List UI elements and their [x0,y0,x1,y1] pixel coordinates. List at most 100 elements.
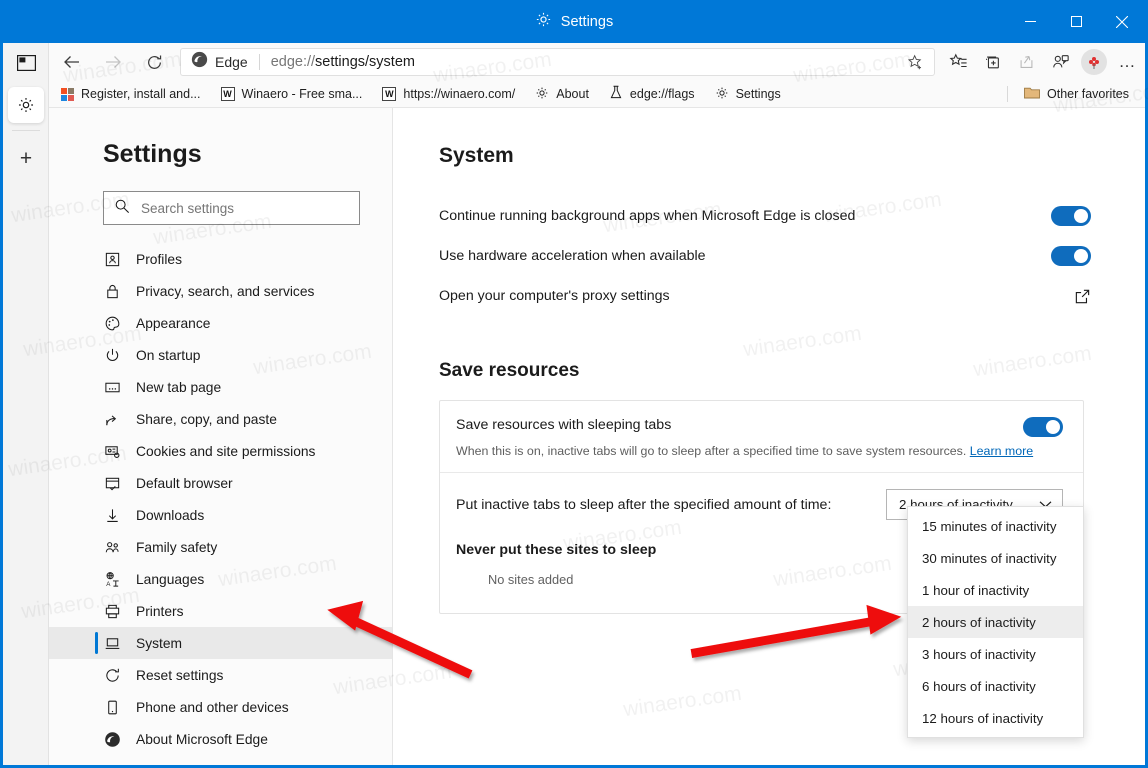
star-add-icon[interactable] [900,49,930,75]
refresh-icon[interactable] [136,47,172,77]
back-arrow-icon[interactable] [54,47,90,77]
title-bar: Settings [3,0,1145,43]
sidebar-item-about-edge[interactable]: About Microsoft Edge [49,723,392,755]
reset-icon [103,666,121,684]
maximize-button[interactable] [1053,0,1099,43]
setting-row-proxy-settings[interactable]: Open your computer's proxy settings [439,276,1139,316]
flask-icon [609,85,623,103]
favorite-label: edge://flags [629,87,695,101]
share-icon [103,410,121,428]
sidebar-item-downloads[interactable]: Downloads [49,499,392,531]
sleeping-tabs-toggle[interactable] [1023,417,1063,437]
gear-icon [535,11,552,33]
sidebar-item-label: New tab page [136,379,222,395]
other-favorites-group: Other favorites [1007,84,1145,104]
sleeping-tabs-description: When this is on, inactive tabs will go t… [456,444,1063,458]
content-heading: System [439,144,514,167]
site-name: Edge [215,54,248,70]
sidebar-item-label: Cookies and site permissions [136,443,316,459]
avatar[interactable] [1081,49,1107,75]
profile-icon[interactable] [1043,46,1077,78]
more-settings-button[interactable]: … [1111,46,1145,78]
minimize-button[interactable] [1007,0,1053,43]
sleep-timer-dropdown[interactable]: 15 minutes of inactivity 30 minutes of i… [907,506,1084,738]
setting-label: Open your computer's proxy settings [439,288,670,304]
sidebar-item-appearance[interactable]: Appearance [49,307,392,339]
sidebar-item-label: Reset settings [136,667,224,683]
system-icon [103,634,121,652]
description-text: When this is on, inactive tabs will go t… [456,444,967,458]
lock-icon [103,282,121,300]
sidebar-item-label: Phone and other devices [136,699,289,715]
svg-text:A: A [106,581,111,588]
hardware-acceleration-toggle[interactable] [1051,246,1091,266]
search-placeholder: Search settings [141,200,235,216]
background-apps-toggle[interactable] [1051,206,1091,226]
other-favorites-button[interactable]: Other favorites [1016,84,1137,104]
save-resources-heading: Save resources [439,360,580,381]
favorite-label: Settings [735,87,781,101]
edge-logo-icon [103,730,121,748]
favorites-icon[interactable] [941,46,975,78]
sidebar-item-label: About Microsoft Edge [136,731,268,747]
dropdown-option-6-hours[interactable]: 6 hours of inactivity [908,670,1083,702]
sleeping-tabs-section: Save resources with sleeping tabs When t… [440,401,1083,472]
sidebar-item-printers[interactable]: Printers [49,595,392,627]
w-favicon: W [220,87,235,101]
favorites-bar: Register, install and... W Winaero - Fre… [49,81,1145,108]
favorite-item-settings[interactable]: Settings [707,84,789,105]
dropdown-option-3-hours[interactable]: 3 hours of inactivity [908,638,1083,670]
dropdown-option-12-hours[interactable]: 12 hours of inactivity [908,702,1083,734]
tab-panel-icon[interactable] [3,43,49,83]
setting-row-hardware-acceleration: Use hardware acceleration when available [439,236,1139,276]
dropdown-option-30-minutes[interactable]: 30 minutes of inactivity [908,542,1083,574]
dropdown-option-2-hours[interactable]: 2 hours of inactivity [908,606,1083,638]
sidebar-item-cookies[interactable]: Cookies and site permissions [49,435,392,467]
sidebar-item-phone-devices[interactable]: Phone and other devices [49,691,392,723]
sidebar-item-label: Printers [136,603,184,619]
printer-icon [103,602,121,620]
sidebar-item-label: Share, copy, and paste [136,411,277,427]
sidebar-item-profiles[interactable]: Profiles [49,243,392,275]
sidebar-item-label: Family safety [136,539,218,555]
favorite-item-flags[interactable]: edge://flags [601,83,703,105]
new-tab-button[interactable]: + [3,139,49,179]
dropdown-option-1-hour[interactable]: 1 hour of inactivity [908,574,1083,606]
favorite-item-winaero[interactable]: W Winaero - Free sma... [213,85,371,103]
search-input[interactable]: Search settings [103,191,360,225]
favorite-item-about[interactable]: About [527,84,597,105]
sidebar-item-share-copy-paste[interactable]: Share, copy, and paste [49,403,392,435]
favorite-label: https://winaero.com/ [403,87,516,101]
external-link-icon[interactable] [1074,288,1091,305]
sidebar-item-system[interactable]: System [49,627,392,659]
sidebar-item-label: Profiles [136,251,183,267]
collections-icon[interactable] [975,46,1009,78]
favorite-item-winaero-url[interactable]: W https://winaero.com/ [374,85,523,103]
sidebar-item-new-tab-page[interactable]: New tab page [49,371,392,403]
sidebar-item-default-browser[interactable]: Default browser [49,467,392,499]
sidebar-item-reset-settings[interactable]: Reset settings [49,659,392,691]
sidebar-item-on-startup[interactable]: On startup [49,339,392,371]
ms-squares-icon [61,87,74,101]
dropdown-option-15-minutes[interactable]: 15 minutes of inactivity [908,510,1083,542]
page-title: Settings [103,140,202,168]
close-button[interactable] [1099,0,1145,43]
active-tab-settings[interactable] [7,87,44,123]
window-title-group: Settings [535,11,613,33]
favorite-item-register[interactable]: Register, install and... [53,85,209,103]
favorites-divider [1007,86,1009,102]
sidebar-item-label: Appearance [136,315,211,331]
sidebar-item-family-safety[interactable]: Family safety [49,531,392,563]
sidebar-item-languages[interactable]: A Languages [49,563,392,595]
learn-more-link[interactable]: Learn more [970,444,1033,458]
settings-nav-list: Profiles Privacy, search, and services A… [49,243,392,755]
sidebar-item-label: Default browser [136,475,233,491]
sidebar-item-privacy[interactable]: Privacy, search, and services [49,275,392,307]
new-tab-icon [103,378,121,396]
address-bar[interactable]: Edge edge://settings/system [180,48,935,76]
share-icon[interactable] [1009,46,1043,78]
sidebar-item-label: Languages [136,571,205,587]
gear-icon [715,86,729,103]
setting-row-background-apps: Continue running background apps when Mi… [439,196,1139,236]
window-controls [1007,0,1145,43]
